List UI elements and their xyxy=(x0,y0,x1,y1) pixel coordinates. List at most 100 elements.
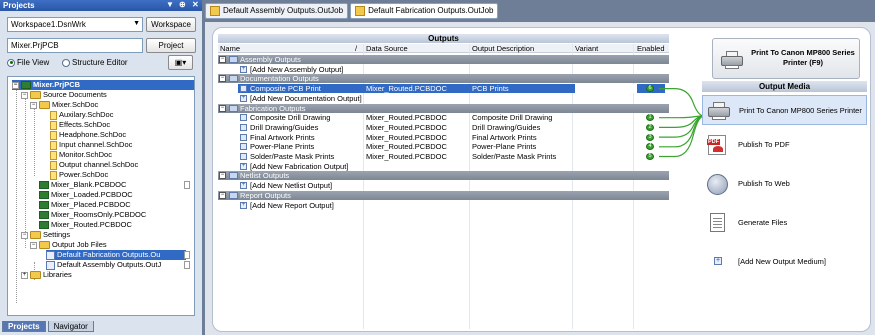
radio-off-icon xyxy=(62,58,70,67)
output-media-panel: Print To Canon MP800 Series Printer (F9)… xyxy=(702,28,867,328)
document-status-icon xyxy=(184,181,190,189)
print-button-label: Print To Canon MP800 Series Printer (F9) xyxy=(751,48,855,67)
media-item-web[interactable]: Publish To Web xyxy=(702,169,867,199)
workspace-button[interactable]: Workspace xyxy=(146,17,196,32)
chevron-down-icon[interactable]: ▼ xyxy=(133,20,140,27)
tree-item-pcbdoc[interactable]: Mixer_Loaded.PCBDOC xyxy=(39,190,133,200)
tree-item-schdoc[interactable]: Power.SchDoc xyxy=(50,170,108,180)
tree-item-schdoc[interactable]: Input channel.SchDoc xyxy=(50,140,132,150)
folder-icon xyxy=(39,241,50,249)
tab-projects[interactable]: Projects xyxy=(2,321,46,332)
project-tree: − Mixer.PrjPCB − Source Documents − Mixer.S… xyxy=(7,76,195,316)
link-wire xyxy=(659,88,705,117)
schematic-doc-icon xyxy=(50,170,57,180)
add-icon: + xyxy=(714,257,722,265)
tree-item-pcbdoc[interactable]: Mixer_RoomsOnly.PCBDOC xyxy=(39,210,146,220)
outjob-card: Outputs Name / Data Source Output Descri… xyxy=(212,27,871,332)
media-label: Generate Files xyxy=(738,218,788,227)
print-button[interactable]: Print To Canon MP800 Series Printer (F9) xyxy=(712,38,860,79)
tree-item-settings[interactable]: − Settings xyxy=(21,230,70,240)
pcb-doc-icon xyxy=(39,221,49,229)
panel-title-text: Projects xyxy=(3,1,35,10)
folder-options-icon: ▣▾ xyxy=(174,58,187,67)
tree-item-schdoc[interactable]: Output channel.SchDoc xyxy=(50,160,138,170)
panel-menu-icon[interactable]: ▼ xyxy=(166,0,174,9)
panel-tabs: Projects Navigator xyxy=(2,321,94,332)
pcb-project-icon xyxy=(21,81,31,89)
project-value: Mixer.PrjPCB xyxy=(11,41,59,50)
folder-icon xyxy=(30,91,41,99)
output-media-header: Output Media xyxy=(702,81,867,92)
pin-icon[interactable]: ⊕ xyxy=(179,0,186,9)
projects-panel-title: Projects ▼ ⊕ ✕ xyxy=(0,0,202,11)
folder-icon xyxy=(30,231,41,239)
tree-item-output-job-files[interactable]: − Output Job Files xyxy=(30,240,107,250)
schematic-doc-icon xyxy=(50,110,57,120)
pcb-doc-icon xyxy=(39,181,49,189)
tree-item-source-documents[interactable]: − Source Documents xyxy=(21,90,107,100)
collapse-icon[interactable]: − xyxy=(21,231,28,239)
media-label: [Add New Output Medium] xyxy=(738,257,826,266)
tree-item-outjob-fabrication[interactable]: Default Fabrication Outputs.Ou xyxy=(46,250,186,260)
tree-item-schdoc[interactable]: Headphone.SchDoc xyxy=(50,130,126,140)
pcb-doc-icon xyxy=(39,191,49,199)
pcb-doc-icon xyxy=(39,211,49,219)
outjob-icon xyxy=(46,260,55,270)
expand-icon[interactable]: + xyxy=(21,271,28,279)
printer-icon xyxy=(708,102,730,120)
schematic-doc-icon xyxy=(50,150,57,160)
link-wire xyxy=(659,115,705,148)
schematic-doc-icon xyxy=(50,140,57,150)
project-field[interactable]: Mixer.PrjPCB xyxy=(7,38,143,53)
document-status-icon xyxy=(184,261,190,269)
schematic-sheet-icon xyxy=(39,101,50,109)
project-options-button[interactable]: ▣▾ xyxy=(168,55,193,70)
media-item-generate-files[interactable]: Generate Files xyxy=(702,208,867,238)
media-item-add[interactable]: + [Add New Output Medium] xyxy=(702,247,867,277)
file-view-radio[interactable]: File View xyxy=(7,58,49,67)
folder-icon xyxy=(30,271,41,279)
tree-item-pcbdoc[interactable]: Mixer_Routed.PCBDOC xyxy=(39,220,132,230)
radio-on-icon xyxy=(7,58,15,67)
media-label: Publish To PDF xyxy=(738,140,790,149)
tree-item-outjob-assembly[interactable]: Default Assembly Outputs.OutJ xyxy=(46,260,161,270)
structure-editor-label: Structure Editor xyxy=(72,58,128,67)
schematic-doc-icon xyxy=(50,130,57,140)
collapse-icon[interactable]: − xyxy=(12,81,19,89)
media-item-print[interactable]: Print To Canon MP800 Series Printer xyxy=(702,95,867,125)
tree-item-schdoc[interactable]: Effects.SchDoc xyxy=(50,120,110,130)
media-label: Print To Canon MP800 Series Printer xyxy=(739,106,862,115)
collapse-icon[interactable]: − xyxy=(30,241,37,249)
outjob-editor: Outputs Name / Data Source Output Descri… xyxy=(205,22,875,335)
tab-label: Default Fabrication Outputs.OutJob xyxy=(368,6,494,15)
tree-item-pcbdoc[interactable]: Mixer_Blank.PCBDOC xyxy=(39,180,126,190)
structure-editor-radio[interactable]: Structure Editor xyxy=(62,58,128,67)
media-item-pdf[interactable]: PDF Publish To PDF xyxy=(702,130,867,160)
tree-item-libraries[interactable]: + Libraries xyxy=(21,270,72,280)
tree-item-schdoc[interactable]: Auxilary.SchDoc xyxy=(50,110,113,120)
project-button[interactable]: Project xyxy=(146,38,196,53)
files-icon xyxy=(710,213,725,232)
globe-icon xyxy=(707,174,728,195)
tab-navigator[interactable]: Navigator xyxy=(47,321,94,332)
schematic-doc-icon xyxy=(50,160,57,170)
pcb-doc-icon xyxy=(39,201,49,209)
tree-item-schdoc[interactable]: Monitor.SchDoc xyxy=(50,150,112,160)
tree-item-pcbdoc[interactable]: Mixer_Placed.PCBDOC xyxy=(39,200,131,210)
document-tabs: Default Assembly Outputs.OutJob Default … xyxy=(205,3,499,20)
tab-assembly-outjob[interactable]: Default Assembly Outputs.OutJob xyxy=(205,3,349,19)
collapse-icon[interactable]: − xyxy=(21,91,28,99)
workspace-value: Workspace1.DsnWrk xyxy=(11,20,86,29)
close-icon[interactable]: ✕ xyxy=(192,0,199,9)
file-view-label: File View xyxy=(17,58,50,67)
pdf-icon: PDF xyxy=(707,135,726,155)
tree-item-project[interactable]: − Mixer.PrjPCB xyxy=(12,80,194,90)
printer-icon xyxy=(721,51,743,69)
collapse-icon[interactable]: − xyxy=(30,101,37,109)
workspace-combo[interactable]: Workspace1.DsnWrk ▼ xyxy=(7,17,143,32)
media-label: Publish To Web xyxy=(738,179,790,188)
tab-fabrication-outjob[interactable]: Default Fabrication Outputs.OutJob xyxy=(350,3,499,19)
tab-label: Default Assembly Outputs.OutJob xyxy=(223,6,344,15)
projects-panel: Projects ▼ ⊕ ✕ Workspace1.DsnWrk ▼ Works… xyxy=(0,0,203,335)
tree-item-schdoc[interactable]: − Mixer.SchDoc xyxy=(30,100,98,110)
